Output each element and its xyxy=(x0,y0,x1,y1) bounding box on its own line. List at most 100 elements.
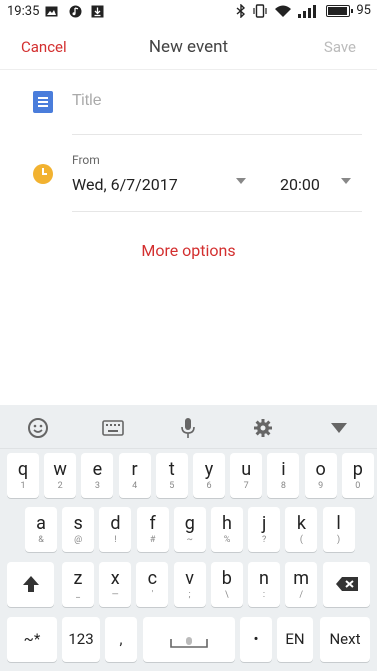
key-t[interactable]: t5 xyxy=(155,453,188,498)
key-secondary: ( xyxy=(299,535,303,545)
wifi-icon xyxy=(275,5,292,17)
backspace-icon xyxy=(335,577,358,591)
key-c[interactable]: c ' xyxy=(136,562,169,607)
key-secondary: \ xyxy=(224,590,229,600)
key-letter: v xyxy=(185,568,194,589)
key-secondary: ; xyxy=(188,590,191,600)
key-letter: z xyxy=(73,568,83,589)
key-secondary: & xyxy=(38,535,44,545)
clock-icon xyxy=(33,164,53,184)
title-input[interactable] xyxy=(72,92,362,110)
keyboard-toolbar xyxy=(0,405,377,449)
vibrate-icon xyxy=(253,3,267,18)
emoji-icon[interactable] xyxy=(27,417,49,439)
key-o[interactable]: o9 xyxy=(304,453,337,498)
key-z[interactable]: z _ xyxy=(62,562,94,607)
key-v[interactable]: v; xyxy=(173,562,206,607)
key-letter: f xyxy=(149,513,156,534)
from-label: From xyxy=(72,153,100,167)
key-secondary: ? xyxy=(262,535,267,545)
key-letter: o xyxy=(315,459,326,480)
signal-icon xyxy=(298,4,317,18)
key-letter: w xyxy=(53,459,67,480)
shift-key[interactable] xyxy=(7,562,54,607)
page-title: New event xyxy=(148,37,229,57)
header: Cancel New event Save xyxy=(0,24,377,70)
key-s[interactable]: s @ xyxy=(62,507,95,552)
keyboard-icon[interactable] xyxy=(102,417,124,439)
key-j[interactable]: j? xyxy=(248,507,281,552)
key-letter: m xyxy=(293,568,310,589)
key-letter: a xyxy=(36,513,46,534)
language-key[interactable]: EN xyxy=(277,617,313,662)
key-a[interactable]: a & xyxy=(25,507,57,552)
key-letter: x xyxy=(110,568,120,589)
key-l[interactable]: l) xyxy=(322,507,355,552)
more-options-link[interactable]: More options xyxy=(0,241,377,260)
battery-fill xyxy=(328,6,348,15)
time-picker[interactable]: 20:00 xyxy=(280,175,320,194)
key-r[interactable]: r4 xyxy=(118,453,151,498)
date-dropdown-icon[interactable] xyxy=(236,178,246,184)
next-key[interactable]: Next xyxy=(320,617,370,662)
key-letter: h xyxy=(222,513,232,534)
key-secondary: ) xyxy=(337,535,341,545)
key-secondary: ' xyxy=(151,590,154,600)
key-secondary: ~ xyxy=(186,535,193,545)
key-letter: u xyxy=(241,459,252,480)
key-e[interactable]: e3 xyxy=(81,453,114,498)
key-i[interactable]: i8 xyxy=(267,453,300,498)
key-secondary: _ xyxy=(75,590,81,600)
key-secondary: / xyxy=(299,590,304,600)
key-secondary: 4 xyxy=(132,481,138,491)
backspace-key[interactable] xyxy=(323,562,370,607)
date-picker[interactable]: Wed, 6/7/2017 xyxy=(72,175,178,194)
key-secondary: : xyxy=(262,590,266,600)
title-divider xyxy=(72,134,362,135)
key-p[interactable]: p0 xyxy=(341,453,374,498)
key-letter: e xyxy=(92,459,103,480)
key-d[interactable]: d! xyxy=(99,507,132,552)
key-letter: l xyxy=(336,513,341,534)
status-bar: 19:35 95 xyxy=(0,0,377,24)
key-letter: r xyxy=(131,459,138,480)
key-h[interactable]: h% xyxy=(211,507,243,552)
time-dropdown-icon[interactable] xyxy=(341,178,351,184)
key-secondary: 2 xyxy=(57,481,63,491)
key-letter: p xyxy=(352,459,363,480)
key-secondary: 6 xyxy=(206,481,212,491)
key-x[interactable]: x — xyxy=(99,562,132,607)
key-q[interactable]: q1 xyxy=(7,453,39,498)
key-g[interactable]: g ~ xyxy=(173,507,206,552)
from-divider xyxy=(72,211,362,212)
shift-icon xyxy=(22,576,39,592)
screen: 19:35 95 Cancel New event Save From Wed, xyxy=(0,0,377,671)
comma-key[interactable]: , xyxy=(105,617,137,662)
gear-icon[interactable] xyxy=(252,417,274,439)
collapse-keyboard-icon[interactable] xyxy=(328,417,350,439)
key-w[interactable]: w2 xyxy=(44,453,77,498)
symbols-key[interactable]: ~* xyxy=(7,617,57,662)
key-f[interactable]: f # xyxy=(136,507,169,552)
key-n[interactable]: n: xyxy=(248,562,280,607)
numbers-key[interactable]: 123 xyxy=(62,617,100,662)
key-letter: n xyxy=(259,568,269,589)
microphone-icon[interactable] xyxy=(177,417,199,439)
status-right: 95 xyxy=(236,3,371,18)
save-button[interactable]: Save xyxy=(324,38,356,56)
key-b[interactable]: b \ xyxy=(210,562,243,607)
document-icon xyxy=(33,91,53,113)
image-notification-icon xyxy=(45,5,58,18)
battery-icon xyxy=(326,4,354,17)
period-key[interactable]: • xyxy=(240,617,272,662)
key-y[interactable]: y6 xyxy=(193,453,225,498)
key-letter: g xyxy=(184,513,195,534)
key-u[interactable]: u7 xyxy=(230,453,263,498)
key-m[interactable]: m / xyxy=(285,562,318,607)
key-letter: j xyxy=(262,513,267,534)
space-key[interactable] xyxy=(143,617,235,662)
key-k[interactable]: k( xyxy=(285,507,318,552)
space-icon xyxy=(170,637,208,648)
key-secondary: ! xyxy=(114,535,117,545)
key-letter: q xyxy=(17,459,29,480)
